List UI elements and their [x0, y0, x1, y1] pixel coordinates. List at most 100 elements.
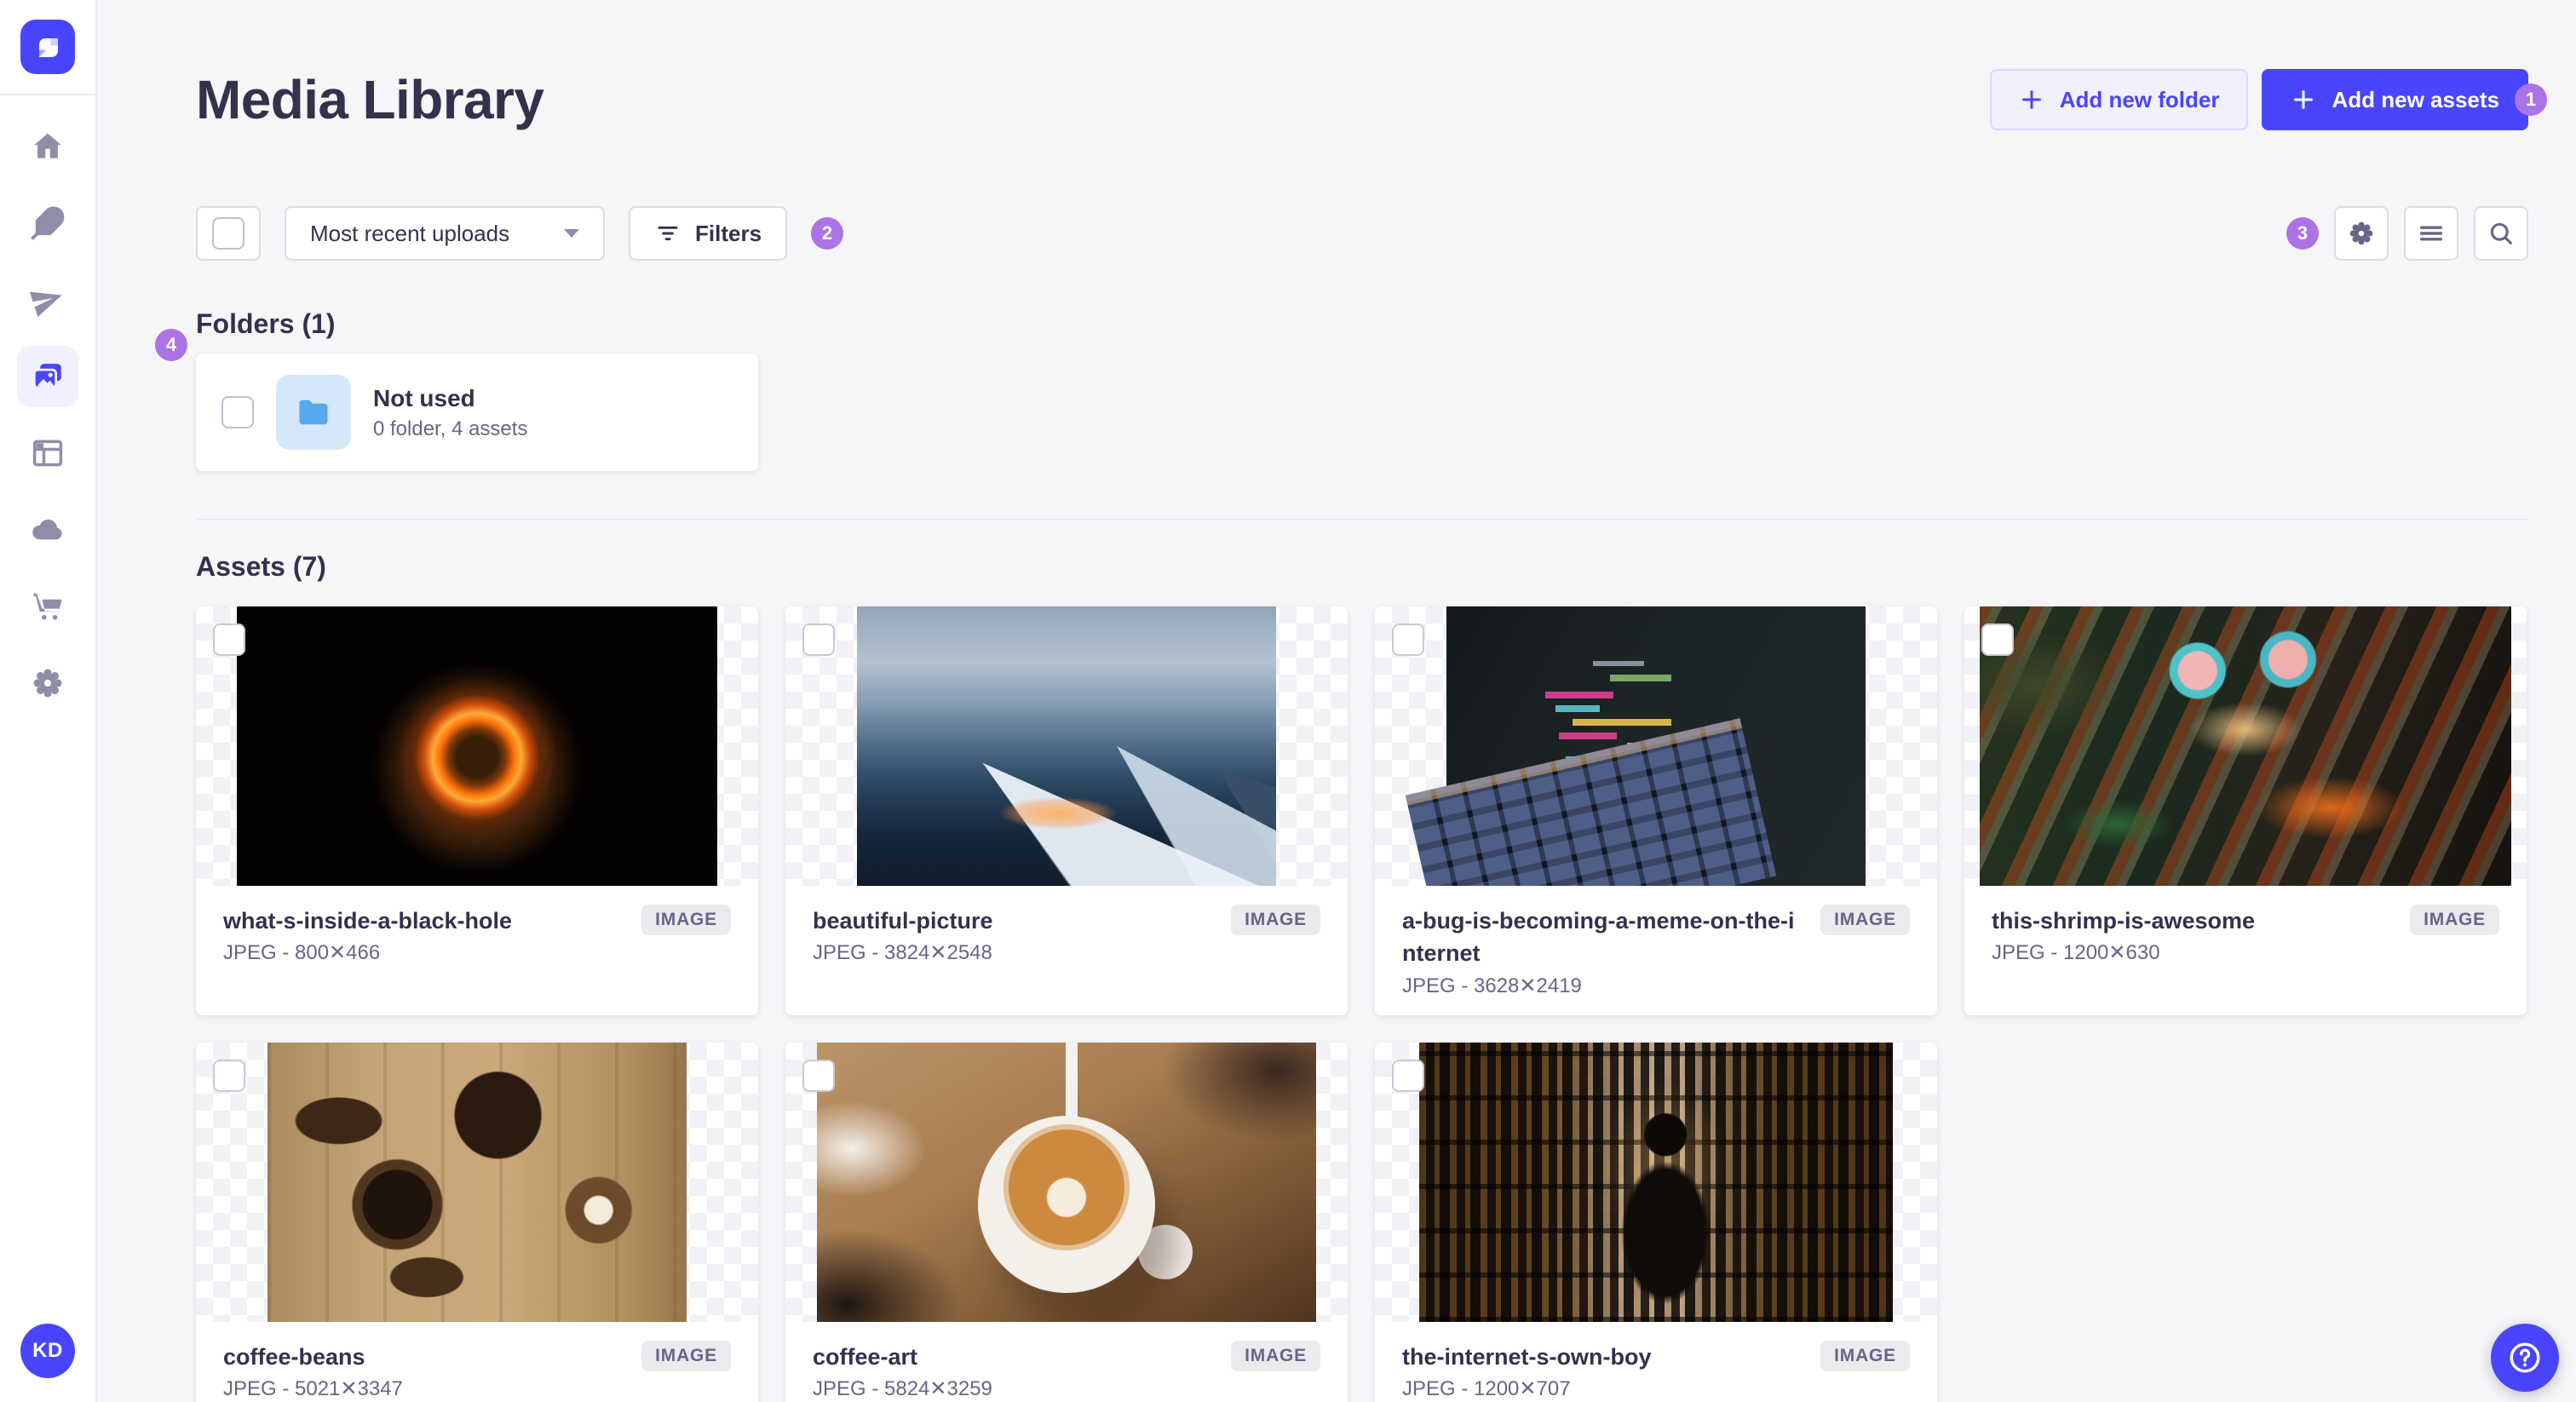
tour-step-badge-4[interactable]: 4 [155, 329, 187, 361]
folders-heading: Folders (1) [196, 308, 336, 339]
feather-icon [31, 206, 65, 240]
add-new-assets-button[interactable]: Add new assets [2262, 69, 2528, 130]
strapi-logo[interactable] [20, 20, 75, 74]
asset-card-footer: coffee-art JPEG - 5824✕3259 IMAGE [785, 1322, 1348, 1402]
asset-checkbox[interactable] [1392, 623, 1424, 656]
media-settings-button[interactable] [2334, 206, 2389, 261]
asset-image [1980, 606, 2511, 886]
logo-container [0, 0, 95, 95]
add-new-folder-label: Add new folder [2059, 86, 2220, 112]
asset-type-badge: IMAGE [641, 905, 731, 935]
folders-section: 4 Folders (1) Not used 0 folder, 4 asset… [155, 308, 2528, 471]
asset-thumbnail [196, 1042, 758, 1322]
asset-info: beautiful-picture JPEG - 3824✕2548 [813, 905, 993, 965]
toolbar: Most recent uploads Filters 2 3 [196, 206, 2528, 261]
folder-subtitle: 0 folder, 4 assets [373, 417, 528, 441]
asset-info: this-shrimp-is-awesome JPEG - 1200✕630 [1992, 905, 2255, 965]
asset-meta: JPEG - 3824✕2548 [813, 941, 992, 965]
asset-card[interactable]: coffee-art JPEG - 5824✕3259 IMAGE [785, 1042, 1348, 1402]
asset-card-footer: the-internet-s-own-boy JPEG - 1200✕707 I… [1375, 1322, 1937, 1402]
asset-image [1419, 1042, 1893, 1322]
sidebar-item-content-type-builder[interactable] [17, 422, 78, 484]
asset-card-footer: this-shrimp-is-awesome JPEG - 1200✕630 I… [1964, 886, 2527, 982]
asset-thumbnail [196, 606, 758, 886]
tour-step-badge-3[interactable]: 3 [2286, 217, 2319, 250]
asset-meta: JPEG - 3628✕2419 [1402, 974, 1582, 997]
sidebar-item-deployments[interactable] [17, 499, 78, 560]
sidebar-item-media-library[interactable] [17, 346, 78, 407]
cart-icon [33, 593, 62, 620]
asset-card[interactable]: what-s-inside-a-black-hole JPEG - 800✕46… [196, 606, 758, 1015]
sidebar-item-marketplace[interactable] [17, 576, 78, 637]
plus-icon [2294, 90, 2314, 109]
asset-image [817, 1042, 1316, 1322]
search-icon [2490, 222, 2512, 244]
tour-step-badge-1[interactable]: 1 [2515, 83, 2547, 116]
asset-card[interactable]: a-bug-is-becoming-a-meme-on-the-internet… [1375, 606, 1937, 1015]
asset-type-badge: IMAGE [641, 1340, 731, 1371]
asset-meta: JPEG - 1200✕707 [1402, 1376, 1571, 1400]
folder-checkbox[interactable] [221, 396, 254, 428]
user-avatar[interactable]: KD [20, 1324, 75, 1378]
sidebar-item-home[interactable] [17, 116, 78, 177]
asset-image [267, 1042, 687, 1322]
sidebar-item-releases[interactable] [17, 269, 78, 330]
list-view-button[interactable] [2404, 206, 2458, 261]
asset-checkbox[interactable] [213, 1059, 245, 1092]
asset-card[interactable]: beautiful-picture JPEG - 3824✕2548 IMAGE [785, 606, 1348, 1015]
asset-checkbox[interactable] [802, 623, 835, 656]
toolbar-right: 3 [2286, 206, 2528, 261]
search-button[interactable] [2474, 206, 2528, 261]
asset-meta: JPEG - 5021✕3347 [223, 1376, 403, 1400]
asset-title: a-bug-is-becoming-a-meme-on-the-internet [1402, 908, 1795, 967]
layout-icon [32, 440, 63, 467]
cloud-icon [32, 519, 62, 540]
folder-title: Not used [373, 384, 475, 411]
list-icon [2419, 226, 2443, 241]
header-actions: Add new folder Add new assets 1 [1989, 69, 2547, 130]
asset-thumbnail [785, 1042, 1348, 1322]
sidebar-item-settings[interactable] [17, 652, 78, 714]
asset-image [1446, 606, 1866, 886]
asset-checkbox[interactable] [1392, 1059, 1424, 1092]
asset-title: coffee-art [813, 1343, 918, 1370]
media-library-icon [32, 364, 61, 389]
asset-card[interactable]: coffee-beans JPEG - 5021✕3347 IMAGE [196, 1042, 758, 1402]
sort-select[interactable]: Most recent uploads [285, 206, 605, 261]
asset-title: this-shrimp-is-awesome [1992, 908, 2256, 934]
question-mark-icon [2510, 1342, 2540, 1373]
folder-card[interactable]: Not used 0 folder, 4 assets [196, 353, 758, 471]
asset-card[interactable]: this-shrimp-is-awesome JPEG - 1200✕630 I… [1964, 606, 2527, 1015]
asset-meta: JPEG - 5824✕3259 [813, 1376, 992, 1400]
plus-icon [2021, 90, 2041, 109]
filters-button[interactable]: Filters [629, 206, 788, 261]
add-new-assets-label: Add new assets [2332, 86, 2499, 112]
asset-checkbox[interactable] [1981, 623, 2014, 656]
folder-icon [299, 399, 328, 425]
asset-checkbox[interactable] [213, 623, 245, 656]
sidebar-nav [17, 116, 78, 714]
asset-checkbox[interactable] [802, 1059, 835, 1092]
sidebar-item-content-manager[interactable] [17, 192, 78, 254]
select-all-checkbox[interactable] [212, 217, 244, 250]
filters-label: Filters [695, 220, 762, 246]
page-header: Media Library Add new folder Add new ass… [196, 68, 2547, 131]
tour-step-badge-2[interactable]: 2 [811, 217, 844, 250]
add-new-folder-button[interactable]: Add new folder [1989, 69, 2249, 130]
assets-heading: Assets (7) [196, 551, 326, 582]
assets-section: Assets (7) what-s-inside-a-black-hole JP… [196, 551, 2528, 1402]
asset-card-footer: what-s-inside-a-black-hole JPEG - 800✕46… [196, 886, 758, 982]
asset-card-footer: beautiful-picture JPEG - 3824✕2548 IMAGE [785, 886, 1348, 982]
folder-tile [276, 375, 351, 450]
help-button[interactable] [2491, 1324, 2559, 1392]
sort-select-value: Most recent uploads [310, 220, 510, 246]
asset-info: what-s-inside-a-black-hole JPEG - 800✕46… [223, 905, 512, 965]
asset-card-footer: a-bug-is-becoming-a-meme-on-the-internet… [1375, 886, 1937, 1015]
asset-info: the-internet-s-own-boy JPEG - 1200✕707 [1402, 1341, 1651, 1401]
asset-title: beautiful-picture [813, 908, 993, 934]
asset-type-badge: IMAGE [1820, 1340, 1910, 1371]
asset-type-badge: IMAGE [1820, 905, 1910, 935]
asset-card[interactable]: the-internet-s-own-boy JPEG - 1200✕707 I… [1375, 1042, 1937, 1402]
media-library-app: KD Media Library Add new folder Add new … [0, 0, 2576, 1402]
asset-card-footer: coffee-beans JPEG - 5021✕3347 IMAGE [196, 1322, 758, 1402]
